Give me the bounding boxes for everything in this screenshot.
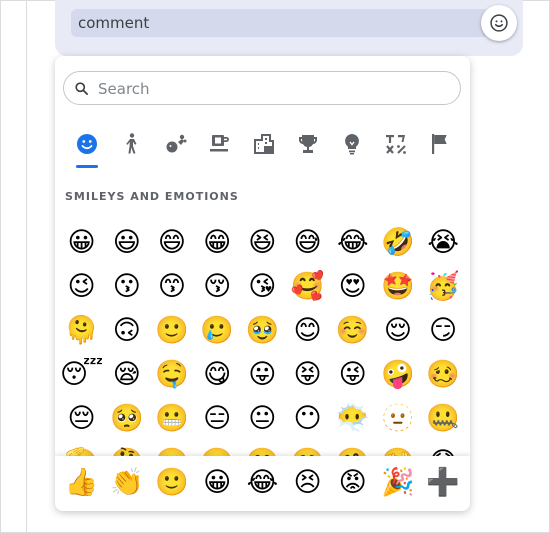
- emoji-cell[interactable]: 🤪: [375, 352, 420, 396]
- tab-symbols[interactable]: [379, 128, 413, 168]
- animals-nature-icon: [166, 134, 187, 153]
- tab-travel-places[interactable]: [247, 128, 281, 168]
- emoji-cell[interactable]: 😶‍🌫️: [330, 396, 375, 440]
- emoji-cell[interactable]: 🤐: [421, 396, 466, 440]
- emoji-cell[interactable]: 🙂: [149, 308, 194, 352]
- person-icon: [126, 133, 137, 154]
- recent-emoji[interactable]: 😀: [195, 460, 240, 504]
- recent-emoji-bar: 👍 👏 🙂 😀 😂 😣 😡 🎉 ➕: [55, 456, 470, 511]
- emoji-cell[interactable]: 😐: [240, 396, 285, 440]
- category-tabs: [63, 128, 461, 168]
- emoji-cell[interactable]: 🤔: [104, 440, 149, 457]
- emoji-picker-button[interactable]: [481, 5, 517, 41]
- coffee-icon: [210, 135, 229, 152]
- emoji-cell[interactable]: 🫢: [195, 440, 240, 457]
- emoji-cell[interactable]: 🫣: [375, 440, 420, 457]
- emoji-cell[interactable]: 🫥: [375, 396, 420, 440]
- emoji-cell[interactable]: 🤭: [240, 440, 285, 457]
- emoji-cell[interactable]: 😌: [375, 308, 420, 352]
- emoji-cell[interactable]: 😉: [59, 264, 104, 308]
- lightbulb-icon: [345, 134, 359, 155]
- recent-emoji[interactable]: 😂: [240, 460, 285, 504]
- emoji-search[interactable]: [63, 71, 461, 105]
- emoji-cell[interactable]: 😙: [149, 264, 194, 308]
- emoji-cell[interactable]: 🥲: [195, 308, 240, 352]
- tab-food-drink[interactable]: [203, 128, 237, 168]
- search-icon: [75, 82, 88, 95]
- left-divider: [26, 0, 27, 533]
- emoji-cell[interactable]: 😋: [195, 352, 240, 396]
- emoji-search-input[interactable]: [96, 76, 450, 102]
- emoji-cell[interactable]: 🤣: [375, 220, 420, 264]
- emoji-picker: SMILEYS AND EMOTIONS 😀😃😄😁😆😅😂🤣😭😉😗😙😚😘🥰😍🤩🥳🫠…: [55, 56, 470, 511]
- emoji-cell[interactable]: 😅: [285, 220, 330, 264]
- emoji-cell[interactable]: 😝: [285, 352, 330, 396]
- recent-emoji[interactable]: 👏: [104, 460, 149, 504]
- emoji-cell[interactable]: 😴: [59, 352, 104, 396]
- emoji-cell[interactable]: 🙃: [104, 308, 149, 352]
- tab-activities[interactable]: [291, 128, 325, 168]
- emoji-cell[interactable]: 🥳: [421, 264, 466, 308]
- recent-emoji-row: 👍 👏 🙂 😀 😂 😣 😡 🎉 ➕: [59, 460, 467, 504]
- trophy-icon: [299, 135, 317, 153]
- recent-emoji[interactable]: ➕: [421, 460, 466, 504]
- emoji-cell[interactable]: 🥹: [240, 308, 285, 352]
- tab-smileys[interactable]: [70, 128, 104, 168]
- tab-people[interactable]: [115, 128, 149, 168]
- emoji-cell[interactable]: 😭: [421, 220, 466, 264]
- emoji-cell[interactable]: 😊: [285, 308, 330, 352]
- recent-emoji[interactable]: 👍: [59, 460, 104, 504]
- emoji-cell[interactable]: 😬: [149, 396, 194, 440]
- emoji-cell[interactable]: 😶: [285, 396, 330, 440]
- tab-flags[interactable]: [423, 128, 457, 168]
- smiley-icon: [490, 14, 508, 32]
- emoji-cell[interactable]: 🥺: [104, 396, 149, 440]
- flag-icon: [432, 134, 447, 154]
- emoji-cell[interactable]: 😚: [195, 264, 240, 308]
- emoji-cell[interactable]: 🤤: [149, 352, 194, 396]
- emoji-cell[interactable]: 😪: [104, 352, 149, 396]
- emoji-cell[interactable]: 🤩: [375, 264, 420, 308]
- tab-animals-nature[interactable]: [159, 128, 193, 168]
- emoji-cell[interactable]: 🫠: [59, 308, 104, 352]
- emoji-grid-cells: 😀 😃 😄 😁 😆 😅 😂 🤣 😭 😉 😗 😙 😚 😘 🥰 😍 🤩 🥳 🫠 🙃 🙂 🥲 🥹 😊 ☺️ 😌 😏 😴 😪 🤤 😋 😛 😝 😜 🤪 🥴 😔 🥺 😬…: [59, 220, 467, 457]
- emoji-grid: 😀 😃 😄 😁 😆 😅 😂 🤣 😭 😉 😗 😙 😚 😘 🥰 😍 🤩 🥳 🫠 🙃 🙂 🥲 🥹 😊 ☺️ 😌 😏 😴 😪 🤤 😋 😛 😝 😜 🤪 🥴 😔 🥺 😬…: [55, 220, 470, 457]
- emoji-cell[interactable]: 😍: [330, 264, 375, 308]
- emoji-cell[interactable]: 😏: [421, 308, 466, 352]
- recent-emoji[interactable]: 😡: [330, 460, 375, 504]
- emoji-cell[interactable]: 🤗: [330, 440, 375, 457]
- symbols-icon: [386, 135, 406, 154]
- emoji-cell[interactable]: 😂: [330, 220, 375, 264]
- city-icon: [254, 134, 274, 154]
- emoji-cell[interactable]: 😘: [240, 264, 285, 308]
- smiley-icon: [77, 134, 97, 154]
- tab-objects[interactable]: [335, 128, 369, 168]
- emoji-cell[interactable]: 😄: [149, 220, 194, 264]
- emoji-cell[interactable]: 🤫: [149, 440, 194, 457]
- emoji-cell[interactable]: ☺️: [330, 308, 375, 352]
- emoji-cell[interactable]: 😀: [59, 220, 104, 264]
- recent-emoji[interactable]: 🎉: [375, 460, 420, 504]
- emoji-cell[interactable]: 😛: [240, 352, 285, 396]
- emoji-cell[interactable]: 😆: [240, 220, 285, 264]
- emoji-cell[interactable]: 🥴: [421, 352, 466, 396]
- emoji-cell[interactable]: 😁: [195, 220, 240, 264]
- emoji-cell[interactable]: 🥱: [285, 440, 330, 457]
- recent-emoji[interactable]: 😣: [285, 460, 330, 504]
- emoji-cell[interactable]: 😗: [104, 264, 149, 308]
- comment-input[interactable]: comment: [71, 9, 489, 37]
- emoji-cell[interactable]: 😜: [330, 352, 375, 396]
- recent-emoji[interactable]: 🙂: [149, 460, 194, 504]
- emoji-cell[interactable]: 😑: [195, 396, 240, 440]
- emoji-cell[interactable]: 🫡: [59, 440, 104, 457]
- emoji-cell[interactable]: 😔: [59, 396, 104, 440]
- emoji-cell[interactable]: 😃: [104, 220, 149, 264]
- section-title: SMILEYS AND EMOTIONS: [65, 190, 239, 203]
- emoji-cell[interactable]: 😱: [421, 440, 466, 457]
- emoji-cell[interactable]: 🥰: [285, 264, 330, 308]
